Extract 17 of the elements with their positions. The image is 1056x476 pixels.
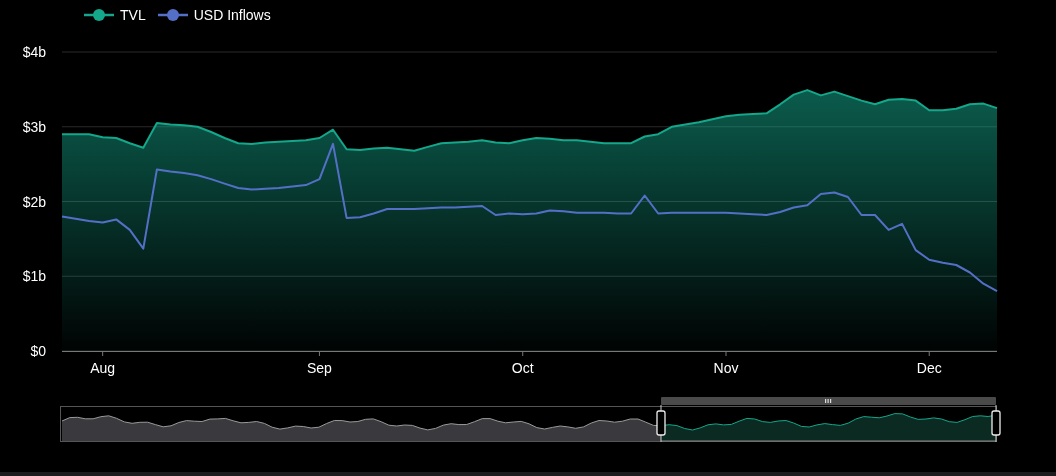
y-axis-label: $2b <box>22 193 46 210</box>
x-axis-label: Sep <box>307 360 332 376</box>
legend-label[interactable]: TVL <box>120 7 146 23</box>
legend-marker-icon <box>157 8 188 22</box>
y-axis-label: $0 <box>30 343 46 359</box>
range-handle[interactable] <box>991 404 1001 443</box>
legend-label[interactable]: USD Inflows <box>193 7 271 23</box>
legend-marker-icon <box>84 8 114 22</box>
x-axis-label: Oct <box>511 360 534 376</box>
y-axis-label: $3b <box>22 118 46 135</box>
y-axis-label: $1b <box>22 268 46 285</box>
x-axis-label: Nov <box>713 360 739 376</box>
range-handle[interactable] <box>656 404 666 443</box>
x-axis-label: Dec <box>916 360 942 376</box>
y-axis-label: $4b <box>22 44 46 60</box>
range-selector[interactable] <box>60 406 997 442</box>
x-axis-label: Aug <box>90 360 116 376</box>
